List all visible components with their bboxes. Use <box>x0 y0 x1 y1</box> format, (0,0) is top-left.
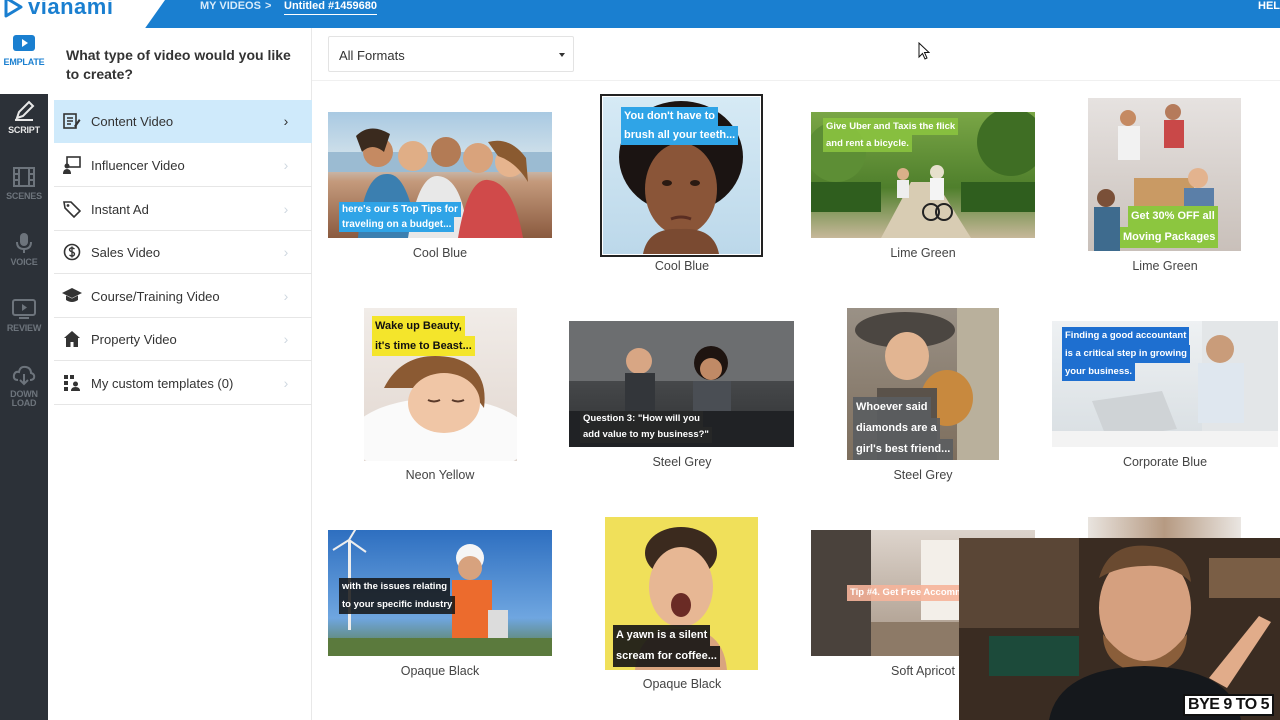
type-item-sales-video[interactable]: Sales Video › <box>54 231 312 274</box>
type-item-label: Influencer Video <box>91 157 185 173</box>
play-icon <box>13 35 35 51</box>
rail-item-scenes[interactable]: SCENES <box>0 160 48 226</box>
chevron-right-icon: › <box>283 375 289 391</box>
step-rail: EMPLATE SCRIPT SCENES VOICE REVIEW DOWN … <box>0 28 48 720</box>
video-type-panel: What type of video would you like to cre… <box>48 28 312 720</box>
logo-play-icon <box>4 0 23 18</box>
template-thumbnail[interactable]: Give Uber and Taxis the flick and rent a… <box>811 112 1035 238</box>
logo[interactable]: vianami <box>0 0 165 28</box>
panel-title: What type of video would you like to cre… <box>66 47 291 82</box>
house-icon <box>62 329 82 349</box>
type-item-property-video[interactable]: Property Video › <box>54 318 312 361</box>
thumbnail-caption: You don't have to brush all your teeth..… <box>621 107 739 145</box>
template-thumbnail[interactable]: A yawn is a silent scream for coffee... <box>605 517 758 670</box>
template-thumbnail[interactable]: Get 30% OFF all Moving Packages <box>1088 98 1241 251</box>
mic-icon <box>16 233 32 253</box>
chevron-right-icon: › <box>283 201 289 217</box>
chevron-right-icon: › <box>283 113 289 129</box>
brand-watermark: BYE 9 TO 5 <box>1183 694 1274 716</box>
template-name: Steel Grey <box>652 455 712 469</box>
type-item-label: Content Video <box>91 113 174 129</box>
breadcrumb-separator: > <box>265 0 272 12</box>
thumbnail-caption: A yawn is a silent scream for coffee... <box>613 625 720 667</box>
template-thumbnail[interactable]: Whoever said diamonds are a girl's best … <box>847 308 999 460</box>
graduation-cap-icon <box>62 286 82 306</box>
thumbnail-caption: Finding a good accountant is a critical … <box>1062 327 1190 381</box>
film-icon <box>13 167 35 187</box>
type-item-label: My custom templates (0) <box>91 375 234 391</box>
rail-label-review: REVIEW <box>6 323 42 333</box>
presenter-webcam-image <box>959 538 1280 720</box>
divider <box>312 80 1280 81</box>
template-thumbnail[interactable]: here's our 5 Top Tips for traveling on a… <box>328 112 552 238</box>
thumbnail-caption: Get 30% OFF all Moving Packages <box>1120 206 1219 248</box>
template-name: Opaque Black <box>642 677 722 691</box>
mouse-cursor-icon <box>918 42 930 60</box>
rail-label-download: DOWN LOAD <box>10 389 38 408</box>
template-thumbnail-selected[interactable]: You don't have to brush all your teeth..… <box>600 94 763 257</box>
template-name: Cool Blue <box>654 259 710 273</box>
webcam-overlay: BYE 9 TO 5 <box>959 538 1280 720</box>
cloud-download-icon <box>12 365 36 386</box>
top-bar: vianami MY VIDEOS > Untitled #1459680 HE… <box>0 0 1280 28</box>
template-name: Lime Green <box>890 246 956 260</box>
template-name: Neon Yellow <box>405 468 475 482</box>
rail-item-script[interactable]: SCRIPT <box>0 94 48 160</box>
template-thumbnail[interactable]: Question 3: "How will you add value to m… <box>569 321 794 447</box>
template-name: Corporate Blue <box>1122 455 1208 469</box>
template-thumbnail[interactable] <box>1088 517 1241 539</box>
dollar-badge-icon <box>62 242 82 262</box>
template-name: Lime Green <box>1132 259 1198 273</box>
rail-label-template: EMPLATE <box>3 57 45 67</box>
template-thumbnail[interactable]: with the issues relating to your specifi… <box>328 530 552 656</box>
rail-label-scenes: SCENES <box>6 191 42 201</box>
template-name: Steel Grey <box>893 468 953 482</box>
rail-item-voice[interactable]: VOICE <box>0 226 48 292</box>
thumbnail-caption: here's our 5 Top Tips for traveling on a… <box>339 202 461 232</box>
type-item-instant-ad[interactable]: Instant Ad › <box>54 188 312 231</box>
type-item-label: Instant Ad <box>91 201 149 217</box>
pen-icon <box>15 100 35 121</box>
thumbnail-caption: Question 3: "How will you add value to m… <box>580 411 712 443</box>
edit-doc-icon <box>62 111 82 131</box>
type-item-influencer-video[interactable]: Influencer Video › <box>54 144 312 187</box>
type-item-my-custom-templates[interactable]: My custom templates (0) › <box>54 362 312 405</box>
rail-label-voice: VOICE <box>10 257 38 267</box>
thumbnail-caption: with the issues relating to your specifi… <box>339 578 456 614</box>
type-item-label: Course/Training Video <box>91 288 220 304</box>
thumbnail-caption: Whoever said diamonds are a girl's best … <box>853 397 954 460</box>
chevron-right-icon: › <box>283 244 289 260</box>
chevron-right-icon: › <box>283 157 289 173</box>
breadcrumb-my-videos[interactable]: MY VIDEOS <box>200 0 261 12</box>
thumbnail-caption: Give Uber and Taxis the flick and rent a… <box>823 118 959 152</box>
logo-text: vianami <box>28 0 114 19</box>
thumbnail-caption: Wake up Beauty, it's time to Beast... <box>372 316 475 356</box>
presenter-icon <box>62 155 82 175</box>
grid-user-icon <box>62 373 82 393</box>
rail-item-download[interactable]: DOWN LOAD <box>0 358 48 424</box>
format-filter-select[interactable]: All Formats <box>328 36 574 72</box>
type-item-label: Sales Video <box>91 244 161 260</box>
help-link[interactable]: HEL <box>1258 0 1280 12</box>
type-item-course-training-video[interactable]: Course/Training Video › <box>54 275 312 318</box>
type-item-label: Property Video <box>91 331 177 347</box>
caret-down-icon <box>559 53 565 57</box>
template-name: Cool Blue <box>412 246 468 260</box>
rail-item-template[interactable]: EMPLATE <box>0 28 48 94</box>
template-name: Opaque Black <box>400 664 480 678</box>
chevron-right-icon: › <box>283 331 289 347</box>
format-filter-value: All Formats <box>339 48 405 63</box>
play-screen-icon <box>12 299 36 319</box>
template-thumbnail[interactable]: Finding a good accountant is a critical … <box>1052 321 1278 447</box>
breadcrumb-current-video[interactable]: Untitled #1459680 <box>284 0 377 15</box>
rail-item-review[interactable]: REVIEW <box>0 292 48 358</box>
type-item-content-video[interactable]: Content Video › <box>54 100 312 143</box>
rail-label-script: SCRIPT <box>8 125 40 135</box>
chevron-right-icon: › <box>283 288 289 304</box>
tag-icon <box>62 199 82 219</box>
thumbnail-caption: Tip #4. Get Free Accomm <box>847 585 967 601</box>
template-thumbnail[interactable]: Wake up Beauty, it's time to Beast... <box>364 308 517 461</box>
